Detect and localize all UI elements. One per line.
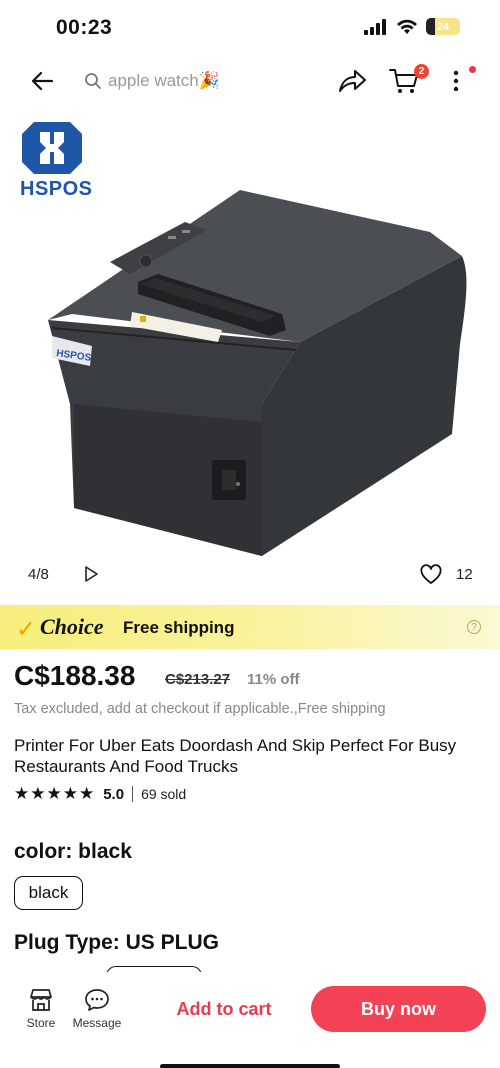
- back-arrow-icon[interactable]: [28, 66, 58, 96]
- share-icon[interactable]: [336, 66, 368, 96]
- status-time: 00:23: [56, 16, 113, 39]
- rating-row[interactable]: ★★★★★ 5.0 69 sold: [14, 784, 186, 804]
- status-bar: 00:23 24: [0, 0, 500, 58]
- store-label: Store: [26, 1016, 56, 1030]
- color-option-black[interactable]: black: [14, 876, 83, 910]
- play-video-icon[interactable]: [82, 565, 100, 583]
- buy-now-button[interactable]: Buy now: [311, 986, 486, 1032]
- product-image[interactable]: HSPOS HSPOS: [0, 104, 500, 560]
- battery-level: 24: [436, 20, 450, 33]
- search-query: apple watch🎉: [108, 71, 220, 90]
- search-icon: [85, 73, 101, 89]
- favorite-count: 12: [456, 566, 473, 583]
- status-icons: 24: [364, 18, 460, 35]
- more-options-icon[interactable]: [446, 66, 466, 96]
- wifi-icon: [397, 19, 417, 34]
- bottom-action-bar: Store Message Add to cart Buy now: [0, 972, 500, 1068]
- message-button[interactable]: Message: [68, 988, 126, 1030]
- question-icon[interactable]: ?: [467, 620, 481, 634]
- receipt-printer-illustration: HSPOS: [48, 190, 467, 556]
- image-footer: 4/8 12: [0, 560, 500, 590]
- store-button[interactable]: Store: [22, 988, 60, 1030]
- tax-note: Tax excluded, add at checkout if applica…: [14, 701, 386, 717]
- search-input[interactable]: apple watch🎉: [84, 68, 284, 94]
- store-icon: [30, 989, 52, 1011]
- heart-icon[interactable]: [420, 564, 442, 586]
- divider: [132, 786, 134, 802]
- battery-icon: 24: [426, 18, 460, 35]
- product-title: Printer For Uber Eats Doordash And Skip …: [14, 736, 457, 776]
- choice-label: Choice: [40, 614, 104, 639]
- checkmark-icon: ✓: [16, 616, 37, 643]
- rating-value: 5.0: [103, 785, 125, 803]
- current-price: C$188.38: [14, 660, 136, 691]
- discount-badge: 11% off: [247, 671, 300, 688]
- message-label: Message: [72, 1016, 122, 1030]
- image-counter: 4/8: [28, 566, 49, 583]
- notification-dot: [469, 66, 476, 73]
- original-price: C$213.27: [165, 671, 231, 688]
- chat-bubble-icon: [85, 989, 109, 1011]
- sold-count: 69 sold: [141, 786, 187, 802]
- star-rating-icon: ★★★★★: [14, 784, 96, 803]
- cart-count-badge: 2: [414, 64, 429, 79]
- choice-banner[interactable]: ✓ Choice Free shipping ?: [0, 605, 500, 649]
- cellular-signal-icon: [364, 18, 386, 35]
- free-shipping-label: Free shipping: [123, 618, 235, 637]
- home-indicator: [160, 1064, 340, 1068]
- add-to-cart-button[interactable]: Add to cart: [150, 986, 298, 1032]
- color-label: color: black: [14, 840, 132, 863]
- plug-type-label: Plug Type: US PLUG: [14, 931, 219, 954]
